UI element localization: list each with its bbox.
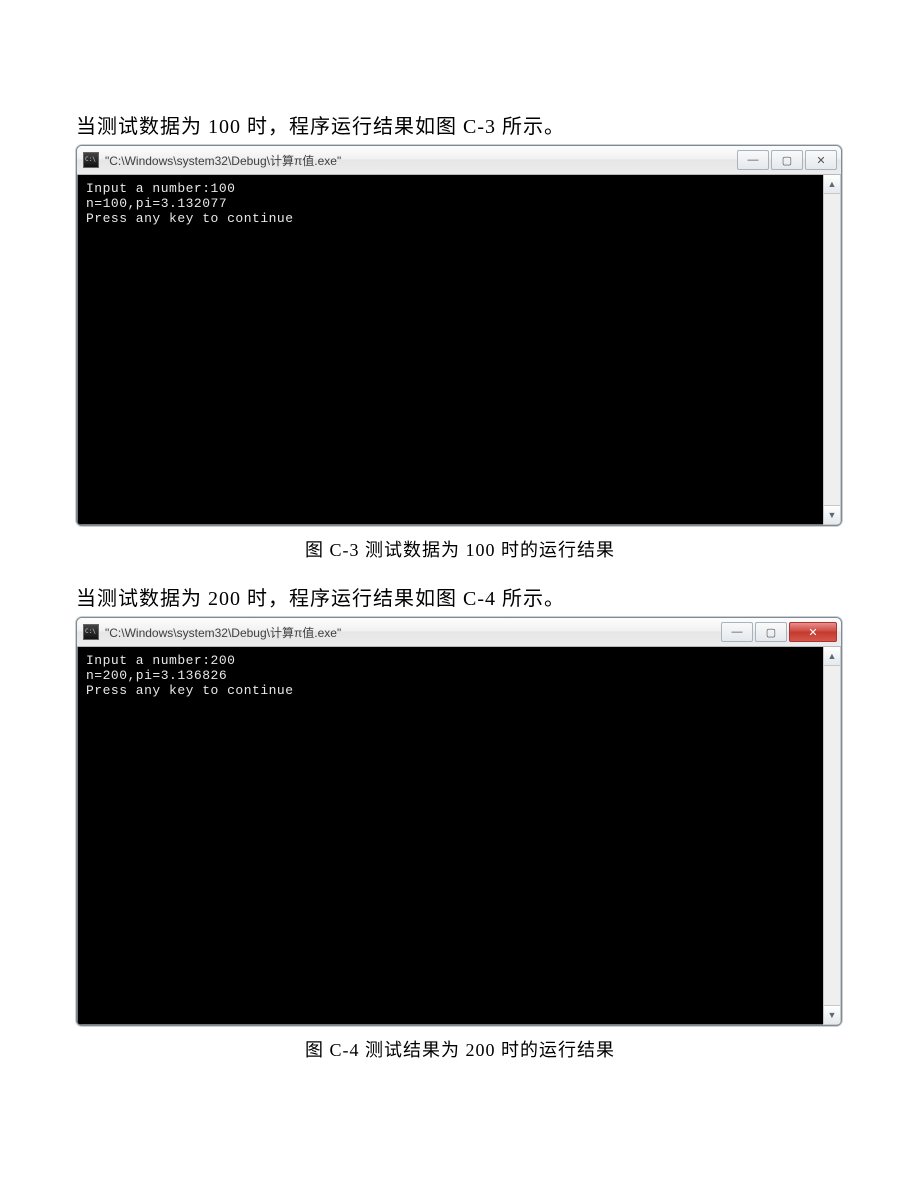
console-body-2: Input a number:200 n=200,pi=3.136826 Pre… xyxy=(77,647,841,1025)
intro-text-2: 当测试数据为 200 时，程序运行结果如图 C-4 所示。 xyxy=(76,582,844,611)
maximize-button[interactable]: ▢ xyxy=(755,622,787,642)
document-page: 当测试数据为 100 时，程序运行结果如图 C-3 所示。 "C:\Window… xyxy=(0,0,920,1122)
window-title-2: "C:\Windows\system32\Debug\计算π值.exe" xyxy=(105,624,721,641)
console-window-2: "C:\Windows\system32\Debug\计算π值.exe" — ▢… xyxy=(76,617,842,1026)
scrollbar-2[interactable]: ▲ ▼ xyxy=(823,647,841,1025)
console-output-2: Input a number:200 n=200,pi=3.136826 Pre… xyxy=(77,647,823,1025)
scrollbar-1[interactable]: ▲ ▼ xyxy=(823,175,841,525)
maximize-button[interactable]: ▢ xyxy=(771,150,803,170)
minimize-button[interactable]: — xyxy=(721,622,753,642)
scroll-down-icon[interactable]: ▼ xyxy=(824,505,840,524)
window-title-1: "C:\Windows\system32\Debug\计算π值.exe" xyxy=(105,152,737,169)
window-controls-2: — ▢ ✕ xyxy=(721,622,837,642)
scroll-down-icon[interactable]: ▼ xyxy=(824,1005,840,1024)
titlebar-1: "C:\Windows\system32\Debug\计算π值.exe" — ▢… xyxy=(77,146,841,175)
window-controls-1: — ▢ ✕ xyxy=(737,150,837,170)
close-button[interactable]: ✕ xyxy=(789,622,837,642)
minimize-button[interactable]: — xyxy=(737,150,769,170)
app-icon xyxy=(83,152,99,168)
scroll-up-icon[interactable]: ▲ xyxy=(824,175,840,194)
figure-caption-2: 图 C-4 测试结果为 200 时的运行结果 xyxy=(76,1036,844,1062)
console-window-1: "C:\Windows\system32\Debug\计算π值.exe" — ▢… xyxy=(76,145,842,526)
console-body-1: Input a number:100 n=100,pi=3.132077 Pre… xyxy=(77,175,841,525)
intro-text-1: 当测试数据为 100 时，程序运行结果如图 C-3 所示。 xyxy=(76,110,844,139)
app-icon xyxy=(83,624,99,640)
close-button[interactable]: ✕ xyxy=(805,150,837,170)
figure-caption-1: 图 C-3 测试数据为 100 时的运行结果 xyxy=(76,536,844,562)
scroll-up-icon[interactable]: ▲ xyxy=(824,647,840,666)
titlebar-2: "C:\Windows\system32\Debug\计算π值.exe" — ▢… xyxy=(77,618,841,647)
console-output-1: Input a number:100 n=100,pi=3.132077 Pre… xyxy=(77,175,823,525)
